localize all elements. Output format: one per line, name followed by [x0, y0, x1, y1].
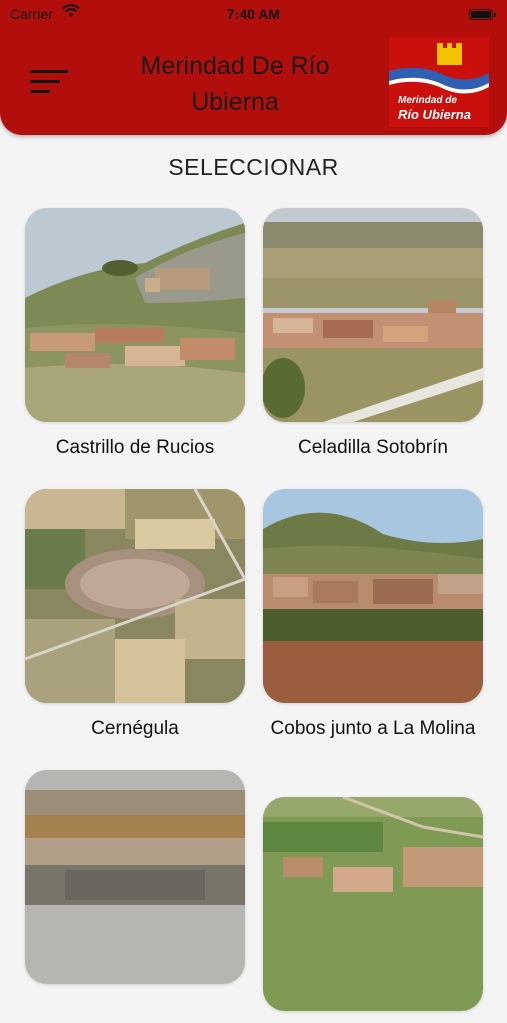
village-photo — [263, 489, 483, 703]
app-header: Carrier 7:40 AM Merindad De Río Ubierna … — [0, 0, 507, 135]
merindad-logo: Merindad de Río Ubierna — [389, 37, 489, 127]
village-card-cobos-junto-a-la-molina[interactable]: Cobos junto a La Molina — [263, 489, 483, 742]
village-photo — [25, 770, 245, 984]
village-name: Cernégula — [91, 718, 179, 739]
village-name: Cobos junto a La Molina — [270, 718, 476, 739]
village-name: Celadilla Sotobrín — [298, 437, 448, 458]
logo-line1: Merindad de — [398, 95, 457, 106]
battery-icon — [469, 9, 496, 20]
app-title: Merindad De Río Ubierna — [140, 52, 330, 116]
status-bar: Carrier 7:40 AM — [0, 4, 507, 24]
village-card[interactable] — [25, 770, 245, 996]
village-card-cernegula[interactable]: Cernégula — [25, 489, 245, 742]
village-name: Castrillo de Rucios — [55, 437, 215, 458]
village-photo — [263, 797, 483, 1011]
village-card-castrillo-de-rucios[interactable]: Castrillo de Rucios — [25, 208, 245, 461]
logo-line2: Río Ubierna — [398, 107, 471, 122]
village-photo — [25, 489, 245, 703]
village-card-celadilla-sotobrin[interactable]: Celadilla Sotobrín — [263, 208, 483, 461]
section-title: SELECCIONAR — [168, 154, 339, 180]
village-photo — [25, 208, 245, 422]
clock: 7:40 AM — [226, 6, 281, 22]
village-photo — [263, 208, 483, 422]
village-card[interactable] — [263, 797, 483, 1023]
hamburger-menu-icon[interactable] — [30, 70, 70, 98]
